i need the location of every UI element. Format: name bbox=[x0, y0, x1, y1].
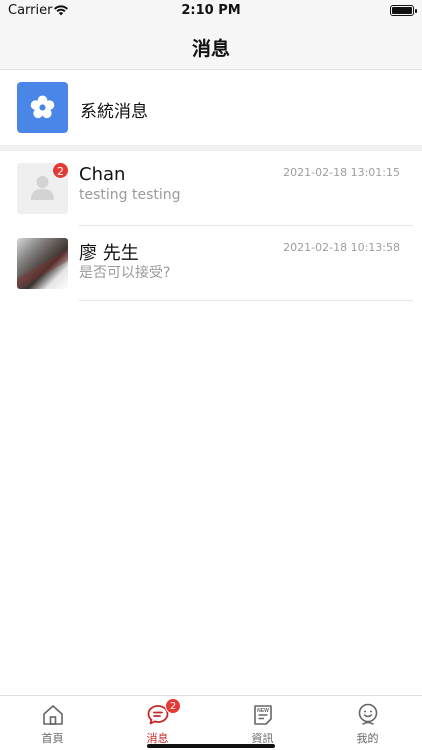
page-title: 消息 bbox=[191, 38, 230, 60]
tab-label: 首頁 bbox=[41, 732, 64, 745]
news-icon: NEW bbox=[254, 705, 272, 725]
system-message-label: 系統消息 bbox=[80, 102, 148, 122]
navigation-bar: 消息 bbox=[0, 22, 422, 70]
home-indicator bbox=[147, 744, 275, 748]
conversation-item[interactable]: 廖 先生 是否可以接受? 2021-02-18 10:13:58 bbox=[0, 226, 422, 301]
user-placeholder-icon bbox=[31, 176, 54, 200]
status-bar: Carrier 2:10 PM bbox=[0, 0, 422, 22]
conversation-time: 2021-02-18 13:01:15 bbox=[283, 166, 400, 179]
tab-label: 我的 bbox=[356, 732, 379, 745]
conversation-time: 2021-02-18 10:13:58 bbox=[283, 241, 400, 254]
tab-messages[interactable]: 2 消息 bbox=[105, 696, 210, 750]
settings-flower-icon bbox=[17, 82, 68, 133]
row-divider bbox=[79, 300, 413, 301]
tab-home[interactable]: 首頁 bbox=[0, 696, 105, 750]
battery-icon bbox=[390, 5, 417, 16]
tab-profile[interactable]: 我的 bbox=[315, 696, 420, 750]
tab-bar: 首頁 2 消息 NEW 資訊 我的 bbox=[0, 695, 422, 750]
conversation-name: Chan bbox=[79, 164, 126, 185]
status-time: 2:10 PM bbox=[181, 3, 241, 18]
system-message-row[interactable]: 系統消息 bbox=[0, 70, 422, 145]
conversation-preview: 是否可以接受? bbox=[79, 265, 171, 281]
profile-icon bbox=[358, 703, 378, 725]
conversation-item[interactable]: 2 Chan testing testing 2021-02-18 13:01:… bbox=[0, 151, 422, 226]
unread-badge: 2 bbox=[52, 162, 69, 179]
tab-badge: 2 bbox=[165, 698, 181, 714]
avatar bbox=[17, 238, 68, 289]
tab-news[interactable]: NEW 資訊 bbox=[210, 696, 315, 750]
home-icon bbox=[43, 705, 63, 725]
conversation-preview: testing testing bbox=[79, 187, 181, 203]
news-icon-text: NEW bbox=[257, 708, 269, 714]
